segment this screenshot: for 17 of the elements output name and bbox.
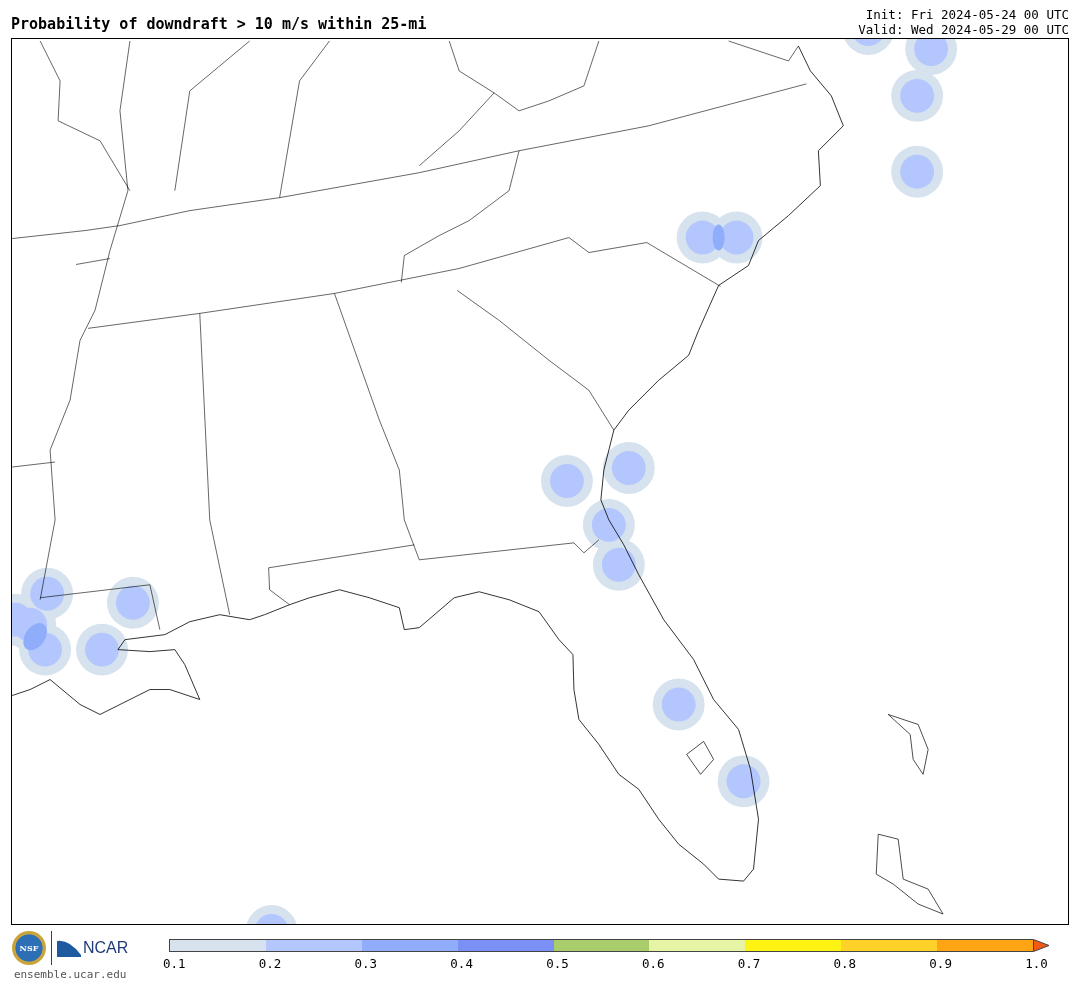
nsf-logo: NSF — [12, 931, 46, 965]
map-title: Probability of downdraft > 10 m/s within 25-mi — [11, 15, 427, 35]
valid-time: Valid: Wed 2024-05-29 00 UTC — [858, 22, 1069, 37]
colorbar-tick-label: 0.8 — [832, 956, 858, 971]
colorbar-tick-label: 0.6 — [640, 956, 666, 971]
colorbar-tick-label: 0.7 — [736, 956, 762, 971]
init-time: Init: Fri 2024-05-24 00 UTC — [865, 8, 1069, 23]
colorbar-tick-label: 1.0 — [1024, 956, 1049, 971]
colorbar-tick-label: 0.5 — [545, 956, 570, 971]
site-url: ensemble.ucar.edu — [13, 968, 127, 981]
colorbar-tick-label: 0.4 — [449, 956, 474, 971]
colorbar-tick-label: 0.1 — [161, 956, 187, 971]
ncar-mark-icon — [57, 939, 81, 957]
colorbar-tick-label: 0.2 — [257, 956, 283, 971]
colorbar-tick-label: 0.9 — [928, 956, 953, 971]
colorbar-tick-label: 0.3 — [353, 956, 379, 971]
ncar-wordmark: NCAR — [83, 939, 129, 957]
